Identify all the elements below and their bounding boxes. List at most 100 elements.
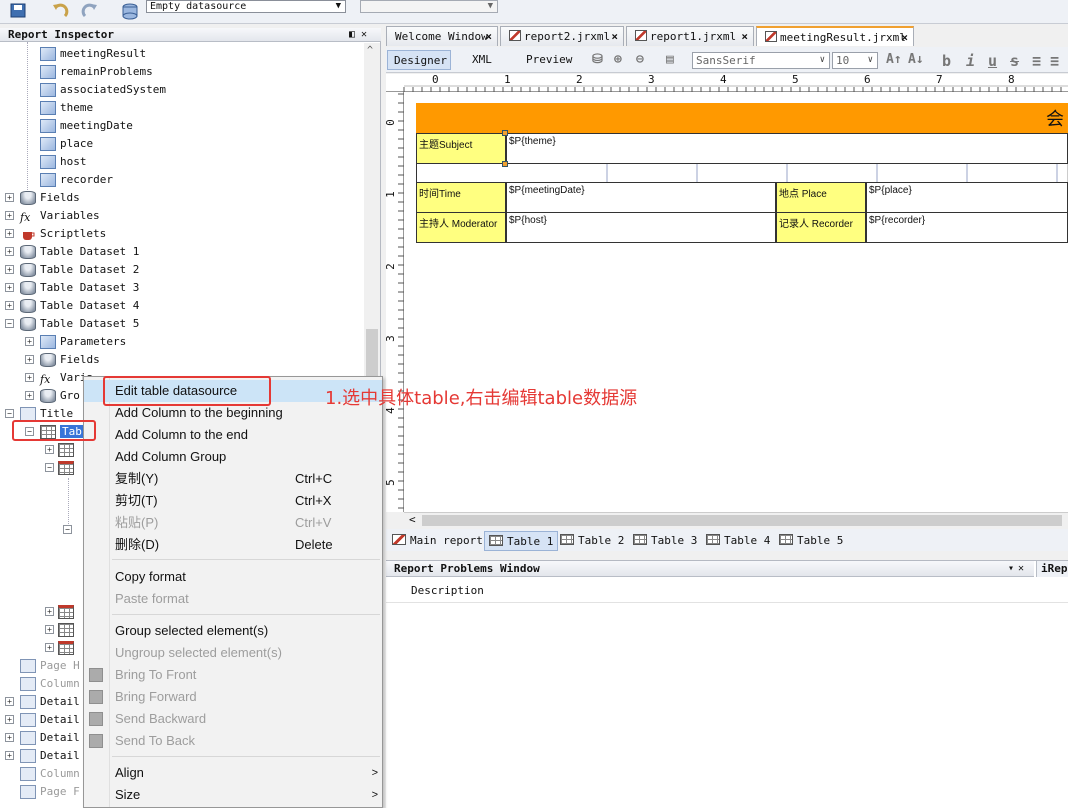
tree-item-parameter[interactable]: recorder — [40, 171, 113, 189]
tree-item-table-section[interactable] — [58, 459, 78, 477]
subject-label-cell[interactable]: 主题Subject — [416, 133, 506, 164]
tree-item-table-section[interactable] — [58, 621, 78, 639]
zoom-out-icon[interactable]: ⊖ — [636, 52, 644, 67]
theme-expression-cell[interactable]: $P{theme} — [506, 133, 1068, 164]
ireport-side-tab[interactable]: iRep — [1036, 561, 1068, 577]
italic-icon[interactable]: i — [966, 52, 975, 70]
expand-toggle[interactable]: + — [5, 715, 14, 724]
expand-toggle[interactable]: + — [45, 607, 54, 616]
align-left-icon[interactable]: ≡ — [1032, 52, 1041, 70]
expand-toggle[interactable]: + — [5, 247, 14, 256]
tree-item-band[interactable]: Detail — [20, 747, 80, 765]
tree-item-table-dataset[interactable]: Table Dataset 4 — [20, 297, 139, 315]
underline-icon[interactable]: u — [988, 52, 997, 70]
expand-toggle[interactable]: + — [5, 301, 14, 310]
collapse-toggle[interactable]: − — [5, 409, 14, 418]
tree-item-parameter[interactable]: meetingDate — [40, 117, 133, 135]
tree-item-scriptlets[interactable]: Scriptlets — [20, 225, 106, 243]
canvas-horizontal-scrollbar[interactable]: < — [404, 512, 1068, 528]
tree-item-parameters[interactable]: Parameters — [40, 333, 126, 351]
collapse-toggle[interactable]: − — [5, 319, 14, 328]
increase-font-icon[interactable]: A↑ — [886, 52, 902, 67]
panel-controls[interactable]: ▾✕ — [1008, 561, 1028, 577]
sheet-tab-table-2[interactable]: Table 2 — [556, 531, 628, 551]
place-label-cell[interactable]: 地点 Place — [776, 182, 866, 213]
chevron-left-icon[interactable]: < — [409, 513, 416, 526]
expand-toggle[interactable]: + — [25, 373, 34, 382]
xml-mode-button[interactable]: XML — [466, 50, 498, 70]
expand-toggle[interactable]: + — [25, 355, 34, 364]
tree-item-groups[interactable]: Gro — [40, 387, 80, 405]
redo-icon[interactable] — [80, 2, 100, 20]
designer-mode-button[interactable]: Designer — [387, 50, 451, 70]
zoom-in-icon[interactable]: ⊕ — [614, 52, 622, 67]
expand-toggle[interactable]: + — [5, 733, 14, 742]
menu-item-send-to-back[interactable]: Send To Back — [84, 730, 382, 752]
menu-item-size[interactable]: Size > — [84, 784, 382, 806]
menu-item-align[interactable]: Align > — [84, 762, 382, 784]
sheet-tab-table-1[interactable]: Table 1 — [484, 531, 559, 551]
place-expression-cell[interactable]: $P{place} — [866, 182, 1068, 213]
tab-report1[interactable]: report1.jrxml × — [626, 26, 754, 46]
menu-item-bring-forward[interactable]: Bring Forward — [84, 686, 382, 708]
menu-item-cut[interactable]: 剪切(T) Ctrl+X — [84, 490, 382, 512]
menu-item-group-elements[interactable]: Group selected element(s) — [84, 620, 382, 642]
tree-item-parameter[interactable]: host — [40, 153, 87, 171]
tab-meeting-result[interactable]: meetingResult.jrxml × — [756, 26, 914, 46]
properties-icon[interactable]: ▤ — [666, 52, 674, 67]
time-label-cell[interactable]: 时间Time — [416, 182, 506, 213]
expand-toggle[interactable]: + — [45, 643, 54, 652]
menu-item-copy[interactable]: 复制(Y) Ctrl+C — [84, 468, 382, 490]
expand-toggle[interactable]: + — [5, 751, 14, 760]
description-column-header[interactable]: Description — [386, 579, 1068, 603]
datasource-icon[interactable] — [118, 2, 138, 20]
tree-item-table-dataset[interactable]: Table Dataset 1 — [20, 243, 139, 261]
menu-item-paste-format[interactable]: Paste format — [84, 588, 382, 610]
menu-item-ungroup-elements[interactable]: Ungroup selected element(s) — [84, 642, 382, 664]
chevron-up-icon[interactable]: ^ — [367, 45, 373, 56]
expand-toggle[interactable]: + — [45, 445, 54, 454]
tree-item-table-dataset[interactable]: Table Dataset 5 — [20, 315, 139, 333]
expand-toggle[interactable]: + — [5, 697, 14, 706]
menu-item-delete[interactable]: 删除(D) Delete — [84, 534, 382, 556]
tree-item-table-section[interactable] — [58, 603, 78, 621]
tree-item-parameter[interactable]: remainProblems — [40, 63, 153, 81]
menu-item-copy-format[interactable]: Copy format — [84, 566, 382, 588]
tree-item-table-dataset[interactable]: Table Dataset 3 — [20, 279, 139, 297]
tree-item-parameter[interactable]: place — [40, 135, 93, 153]
moderator-label-cell[interactable]: 主持人 Moderator — [416, 212, 506, 243]
expand-toggle[interactable]: + — [5, 193, 14, 202]
expand-toggle[interactable]: + — [25, 337, 34, 346]
tree-item-table-section[interactable] — [58, 639, 78, 657]
collapse-toggle[interactable]: − — [45, 463, 54, 472]
tab-report2[interactable]: report2.jrxml × — [500, 26, 624, 46]
tree-item-parameter[interactable]: theme — [40, 99, 93, 117]
font-family-select[interactable]: SansSerif ∨ — [692, 52, 830, 69]
undo-icon[interactable] — [50, 2, 70, 20]
expand-toggle[interactable]: + — [45, 625, 54, 634]
preview-mode-button[interactable]: Preview — [520, 50, 578, 70]
secondary-dropdown[interactable]: ▼ — [360, 0, 498, 13]
close-icon[interactable]: × — [485, 27, 492, 46]
tree-item-band[interactable]: Detail — [20, 693, 80, 711]
menu-item-bring-to-front[interactable]: Bring To Front — [84, 664, 382, 686]
tree-item-fields[interactable]: Fields — [40, 351, 100, 369]
strikethrough-icon[interactable]: s — [1010, 52, 1019, 70]
close-icon[interactable]: × — [611, 27, 618, 46]
sheet-tab-main-report[interactable]: Main report — [388, 531, 487, 551]
font-size-select[interactable]: 10 ∨ — [832, 52, 878, 69]
align-center-icon[interactable]: ≡ — [1050, 52, 1059, 70]
host-expression-cell[interactable]: $P{host} — [506, 212, 776, 243]
sheet-tab-table-4[interactable]: Table 4 — [702, 531, 774, 551]
menu-item-send-backward[interactable]: Send Backward — [84, 708, 382, 730]
tree-item-band[interactable]: Detail — [20, 729, 80, 747]
decrease-font-icon[interactable]: A↓ — [908, 52, 924, 67]
tree-item-table-section[interactable] — [58, 441, 78, 459]
tree-item-parameter[interactable]: meetingResult — [40, 45, 146, 63]
recorder-expression-cell[interactable]: $P{recorder} — [866, 212, 1068, 243]
bold-icon[interactable]: b — [942, 52, 951, 70]
title-band-cell[interactable]: 会 — [416, 103, 1068, 133]
menu-item-add-column-end[interactable]: Add Column to the end — [84, 424, 382, 446]
collapse-toggle[interactable]: − — [63, 525, 72, 534]
tree-item-band[interactable]: Page F — [20, 783, 80, 801]
